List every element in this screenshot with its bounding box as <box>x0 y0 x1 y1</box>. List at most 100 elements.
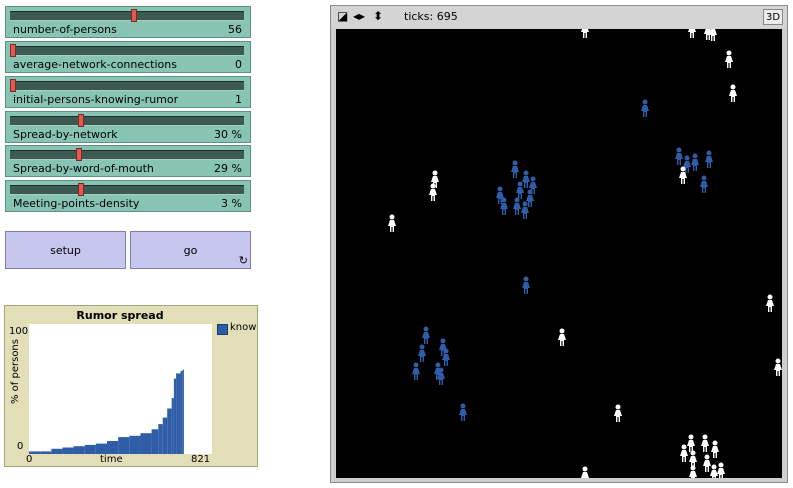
know-area-segment <box>51 448 63 454</box>
slider-track[interactable] <box>10 185 244 195</box>
legend-know-swatch <box>217 324 228 335</box>
person-knowing-icon <box>442 348 450 366</box>
slider-meeting-points-density[interactable]: Meeting-points-density 3 % <box>5 180 251 212</box>
world-canvas[interactable] <box>336 29 782 478</box>
ticks-counter: ticks: 695 <box>404 10 458 23</box>
plot-title: Rumor spread <box>76 309 164 322</box>
ticks-label: ticks: <box>404 10 434 23</box>
3d-view-button[interactable]: 3D <box>763 9 783 25</box>
know-area-segment <box>171 398 174 454</box>
slider-value: 1 <box>235 93 242 106</box>
slider-initial-persons-knowing-rumor[interactable]: initial-persons-knowing-rumor 1 <box>5 76 251 108</box>
person-unaware-icon <box>688 29 696 38</box>
person-knowing-icon <box>691 153 699 171</box>
slider-track[interactable] <box>10 11 244 21</box>
person-unaware-icon <box>581 29 589 38</box>
person-unaware-icon <box>774 358 782 376</box>
person-unaware-icon <box>558 328 566 346</box>
slider-spread-by-network[interactable]: Spread-by-network 30 % <box>5 111 251 143</box>
speed-left-right-icon[interactable]: ◂▸ <box>353 10 365 22</box>
go-button[interactable]: go ↻ <box>130 231 251 269</box>
know-area-segment <box>176 373 181 454</box>
slider-number-of-persons[interactable]: number-of-persons 56 <box>5 6 251 38</box>
view-toolbar: ◪ ◂▸ ⬍ ticks: 695 3D <box>331 6 787 28</box>
legend-know-label: know <box>230 322 257 333</box>
person-knowing-icon <box>521 201 529 219</box>
slider-track[interactable] <box>10 46 244 56</box>
know-area-segment <box>140 433 152 454</box>
know-area-segment <box>180 370 183 454</box>
plot-y-min-label: 0 <box>17 441 24 452</box>
know-area-segment <box>151 429 159 454</box>
know-area-segment <box>40 451 52 454</box>
world-view: ◪ ◂▸ ⬍ ticks: 695 3D <box>330 5 788 483</box>
person-unaware-icon <box>703 454 711 472</box>
person-knowing-icon <box>641 99 649 117</box>
know-area-segment <box>129 435 141 454</box>
edit-icon[interactable]: ◪ <box>337 10 348 22</box>
person-knowing-icon <box>705 150 713 168</box>
slider-track[interactable] <box>10 150 244 160</box>
know-area-segment <box>29 451 41 454</box>
person-unaware-icon <box>687 434 695 452</box>
slider-value: 29 % <box>214 162 242 175</box>
slider-average-network-connections[interactable]: average-network-connections 0 <box>5 41 251 73</box>
person-unaware-icon <box>689 465 697 478</box>
person-knowing-icon <box>700 175 708 193</box>
rumor-spread-plot: Rumor spread % of persons 100 0 0 time 8… <box>4 305 258 467</box>
person-knowing-icon <box>418 344 426 362</box>
person-unaware-icon <box>388 214 396 232</box>
person-knowing-icon <box>511 160 519 178</box>
slider-label: initial-persons-knowing-rumor <box>13 93 179 106</box>
know-area-segment <box>62 447 74 454</box>
know-area-segment <box>107 441 119 454</box>
person-unaware-icon <box>725 50 733 68</box>
slider-spread-by-word-of-mouth[interactable]: Spread-by-word-of-mouth 29 % <box>5 145 251 177</box>
person-unaware-icon <box>614 404 622 422</box>
slider-thumb[interactable] <box>10 44 16 57</box>
slider-thumb[interactable] <box>76 148 82 161</box>
slider-thumb[interactable] <box>78 183 84 196</box>
world-svg <box>388 29 782 478</box>
plot-x-axis-label: time <box>100 454 123 465</box>
know-area-segment <box>118 437 130 454</box>
plot-y-axis-label: % of persons <box>10 339 21 404</box>
slider-thumb[interactable] <box>78 114 84 127</box>
ticks-value: 695 <box>436 10 458 23</box>
setup-button[interactable]: setup <box>5 231 126 269</box>
slider-value: 0 <box>235 58 242 71</box>
know-area-segment <box>167 408 172 454</box>
slider-label: Meeting-points-density <box>13 197 140 210</box>
slider-label: average-network-connections <box>13 58 177 71</box>
slider-thumb[interactable] <box>131 9 137 22</box>
person-unaware-icon <box>680 444 688 462</box>
person-unaware-icon <box>701 434 709 452</box>
person-knowing-icon <box>422 326 430 344</box>
plot-y-max-label: 100 <box>9 326 29 337</box>
know-area-segment <box>158 424 163 454</box>
person-knowing-icon <box>522 276 530 294</box>
slider-track[interactable] <box>10 116 244 126</box>
person-unaware-icon <box>717 462 725 478</box>
person-knowing-icon <box>522 170 530 188</box>
forever-icon: ↻ <box>238 254 248 267</box>
slider-track[interactable] <box>10 81 244 91</box>
slider-thumb[interactable] <box>10 79 16 92</box>
person-unaware-icon <box>711 440 719 458</box>
slider-value: 56 <box>228 23 242 36</box>
person-unaware-icon <box>710 464 718 478</box>
setup-button-label: setup <box>50 244 81 257</box>
know-area-segment <box>95 443 108 454</box>
person-knowing-icon <box>459 403 467 421</box>
slider-value: 3 % <box>221 197 242 210</box>
plot-x-min-label: 0 <box>26 454 33 465</box>
know-area-segment <box>84 444 96 454</box>
know-area-segment <box>73 446 85 454</box>
go-button-label: go <box>183 244 198 257</box>
slider-label: number-of-persons <box>13 23 117 36</box>
person-unaware-icon <box>766 294 774 312</box>
plot-canvas <box>29 369 184 454</box>
person-unaware-icon <box>581 466 589 478</box>
speed-up-down-icon[interactable]: ⬍ <box>373 10 383 22</box>
slider-label: Spread-by-network <box>13 128 118 141</box>
